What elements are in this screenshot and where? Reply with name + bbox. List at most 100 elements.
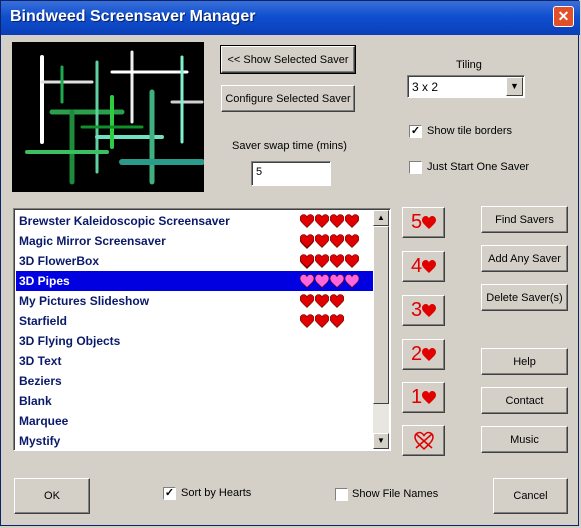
heart-icon [314,254,330,268]
list-item[interactable]: My Pictures Slideshow [16,291,374,311]
saver-name: Beziers [19,374,62,388]
heart-rating [299,234,374,269]
heart-icon [329,274,345,288]
heart-icon [314,314,330,328]
window: Bindweed Screensaver Manager ✕ << Show S… [0,0,580,526]
swap-time-value: 5 [256,166,263,178]
heart-icon [422,215,437,229]
saver-name: Marquee [19,414,69,428]
list-item[interactable]: Mystify [16,431,374,451]
heart-icon [329,294,345,308]
saver-name: 3D Pipes [19,274,70,288]
tiling-label: Tiling [456,59,482,71]
heart-icon [422,303,437,317]
heart-rating [299,254,374,289]
list-item[interactable]: Marquee [16,411,374,431]
window-title: Bindweed Screensaver Manager [10,8,256,25]
saver-name: Brewster Kaleidoscopic Screensaver [19,214,230,228]
title-bar[interactable]: Bindweed Screensaver Manager ✕ [1,1,580,35]
heart-icon [329,234,345,248]
heart-icon [299,234,315,248]
show-file-names-label: Show File Names [352,488,439,500]
saver-name: Mystify [19,434,61,448]
saver-preview [12,42,204,192]
heart-icon [299,214,315,228]
show-selected-saver-button[interactable]: << Show Selected Saver [220,45,356,74]
heart-icon [299,254,315,268]
saver-name: 3D Text [19,354,62,368]
heart-icon [299,274,315,288]
list-item[interactable]: Starfield [16,311,374,331]
list-item[interactable]: Beziers [16,371,374,391]
heart-icon [329,214,345,228]
heart-icon [344,214,360,228]
close-button[interactable]: ✕ [553,6,574,27]
heart-rating [299,314,345,330]
heart-icon [329,254,345,268]
delete-savers-button[interactable]: Delete Saver(s) [481,284,568,311]
chevron-down-icon[interactable]: ▼ [506,77,523,96]
heart-icon [314,274,330,288]
saver-name: 3D FlowerBox [19,254,100,268]
heart-icon [299,314,315,328]
add-any-saver-button[interactable]: Add Any Saver [481,245,568,272]
just-start-one-label: Just Start One Saver [427,161,530,173]
tiling-select-value: 3 x 2 [412,80,439,94]
heart-icon [422,259,437,273]
saver-list[interactable]: Brewster Kaleidoscopic Screensaver Magic … [13,208,391,451]
heart-icon [344,274,360,288]
pipes-preview-image [12,42,204,192]
music-button[interactable]: Music [481,426,568,453]
swap-time-input[interactable]: 5 [251,161,331,186]
broken-heart-icon [413,431,434,450]
help-button[interactable]: Help [481,348,568,375]
list-scrollbar[interactable]: ▲ ▼ [373,210,389,449]
scroll-up-button[interactable]: ▲ [373,210,389,226]
configure-selected-saver-button[interactable]: Configure Selected Saver [221,85,355,112]
scroll-thumb[interactable] [373,226,389,404]
list-item[interactable]: 3D FlowerBox [16,251,374,289]
heart-icon [344,254,360,268]
tiling-select[interactable]: 3 x 2 ▼ [407,75,525,98]
sort-by-hearts-label: Sort by Hearts [181,487,252,499]
list-item[interactable]: 3D Pipes [16,271,374,291]
heart-icon [422,347,437,361]
heart-icon [299,294,315,308]
heart-icon [422,390,437,404]
show-tile-borders-checkbox[interactable]: ✓ [409,125,422,138]
list-item[interactable]: 3D Flying Objects [16,331,374,351]
saver-name: 3D Flying Objects [19,334,121,348]
heart-rating [299,274,360,290]
cancel-button[interactable]: Cancel [493,478,568,514]
rate-0-hearts-button[interactable] [402,425,445,456]
rate-1-heart-button[interactable]: 1 [402,382,445,413]
heart-icon [344,234,360,248]
heart-icon [329,314,345,328]
list-item[interactable]: Brewster Kaleidoscopic Screensaver [16,211,374,249]
heart-icon [314,294,330,308]
show-file-names-checkbox[interactable] [335,488,348,501]
rate-3-hearts-button[interactable]: 3 [402,295,445,326]
find-savers-button[interactable]: Find Savers [481,206,568,233]
show-tile-borders-label: Show tile borders [427,125,512,137]
just-start-one-checkbox[interactable] [409,161,422,174]
scroll-down-button[interactable]: ▼ [373,433,389,449]
saver-name: My Pictures Slideshow [19,294,150,308]
saver-name: Starfield [19,314,68,328]
list-item[interactable]: 3D Text [16,351,374,371]
heart-rating [299,294,345,310]
rate-4-hearts-button[interactable]: 4 [402,251,445,282]
heart-icon [314,234,330,248]
contact-button[interactable]: Contact [481,387,568,414]
list-item[interactable]: Blank [16,391,374,411]
heart-icon [314,214,330,228]
saver-name: Blank [19,394,52,408]
list-item[interactable]: Magic Mirror Screensaver [16,231,374,269]
rate-5-hearts-button[interactable]: 5 [402,207,445,238]
sort-by-hearts-checkbox[interactable]: ✓ [163,487,176,500]
heart-rating [299,214,374,249]
swap-time-label: Saver swap time (mins) [232,140,347,152]
rate-2-hearts-button[interactable]: 2 [402,339,445,370]
ok-button[interactable]: OK [14,478,90,514]
saver-name: Magic Mirror Screensaver [19,234,166,248]
